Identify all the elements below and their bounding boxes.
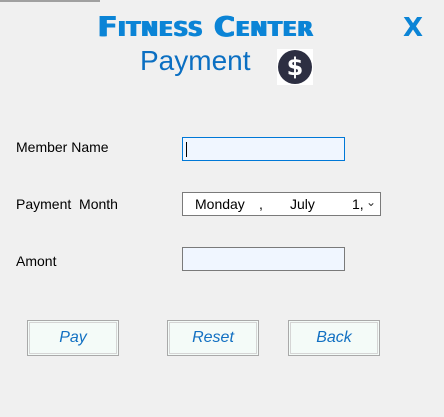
amount-label: Amont [16, 253, 57, 269]
pay-button[interactable]: Pay [27, 320, 119, 356]
date-month: July [290, 196, 315, 212]
date-separator: , [259, 196, 263, 212]
amount-input[interactable] [182, 247, 345, 271]
window-top-border [0, 0, 100, 2]
member-name-label: Member Name [16, 139, 109, 155]
payment-month-datepicker[interactable]: Monday , July 1, ⌄ [182, 192, 381, 216]
app-title: Fitness Center [98, 10, 314, 43]
date-day: 1, [352, 196, 364, 212]
back-button[interactable]: Back [288, 320, 380, 356]
text-caret [186, 142, 187, 157]
reset-button[interactable]: Reset [167, 320, 259, 356]
dollar-icon: $ [277, 49, 313, 85]
dollar-coin: $ [278, 50, 312, 84]
payment-month-label: Payment Month [16, 196, 118, 212]
member-name-input[interactable] [182, 137, 345, 161]
close-button[interactable]: X [396, 12, 430, 44]
chevron-down-icon[interactable]: ⌄ [366, 195, 376, 209]
page-title: Payment [140, 45, 251, 76]
date-weekday: Monday [195, 196, 245, 212]
